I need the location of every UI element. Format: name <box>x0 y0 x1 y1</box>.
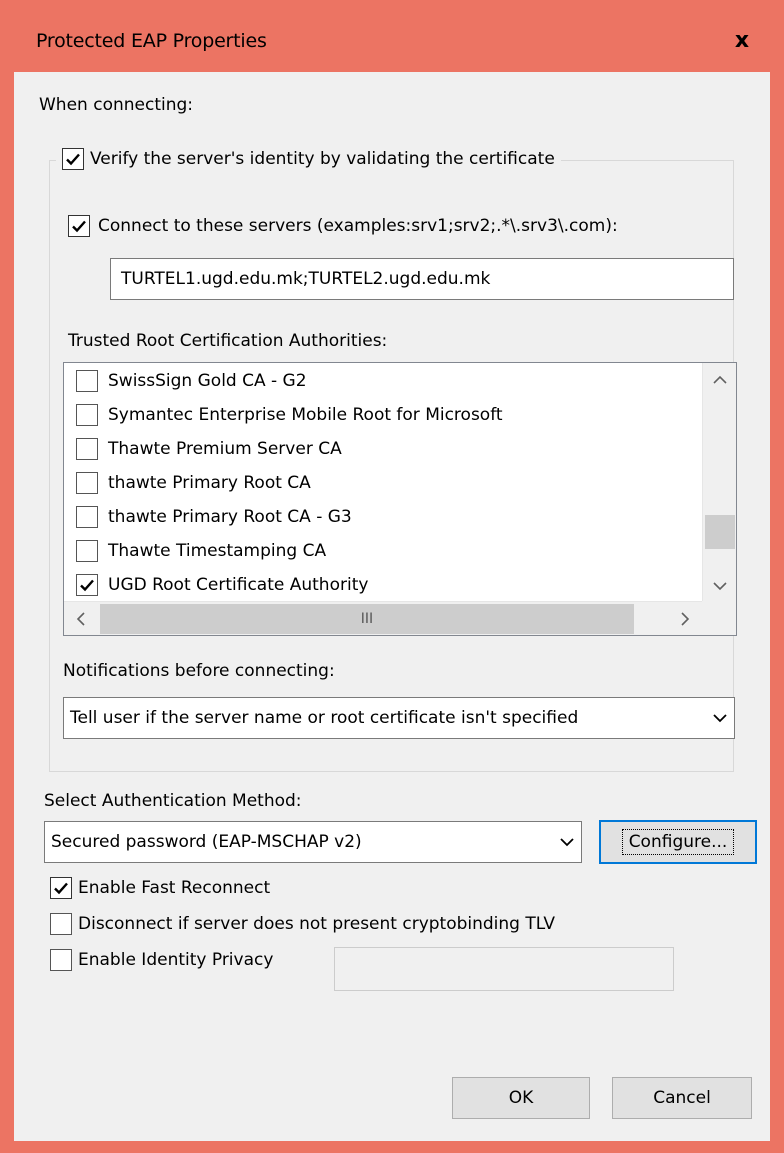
list-item[interactable]: thawte Primary Root CA - G3 <box>76 500 352 534</box>
list-item[interactable]: SwissSign Gold CA - G2 <box>76 364 307 398</box>
scroll-right-button[interactable] <box>668 602 702 636</box>
chevron-up-icon <box>713 375 727 384</box>
cancel-button-label: Cancel <box>653 1088 711 1108</box>
window-title: Protected EAP Properties <box>36 30 267 52</box>
checkmark-icon <box>80 579 94 592</box>
scrollbar-corner <box>702 601 736 635</box>
verify-server-checkbox[interactable] <box>62 148 84 170</box>
list-item-label: Symantec Enterprise Mobile Root for Micr… <box>108 405 503 425</box>
list-item-checkbox[interactable] <box>76 404 98 426</box>
chevron-down-icon <box>713 714 727 723</box>
list-item[interactable]: thawte Primary Root CA <box>76 466 311 500</box>
ok-button-label: OK <box>508 1088 534 1108</box>
list-item-checkbox[interactable] <box>76 540 98 562</box>
list-item[interactable]: Symantec Enterprise Mobile Root for Micr… <box>76 398 503 432</box>
list-item-checkbox[interactable] <box>76 574 98 596</box>
connect-servers-checkbox[interactable] <box>68 215 90 237</box>
list-horizontal-scrollbar[interactable]: III <box>64 601 704 635</box>
checkmark-icon <box>66 153 80 166</box>
chevron-right-icon <box>681 612 690 626</box>
close-icon: x <box>734 27 750 53</box>
verify-server-checkbox-row[interactable]: Verify the server's identity by validati… <box>56 144 561 174</box>
fast-reconnect-checkbox[interactable] <box>50 877 72 899</box>
configure-button[interactable]: Configure... <box>599 820 757 864</box>
vertical-scroll-thumb[interactable] <box>705 515 735 549</box>
list-item-checkbox[interactable] <box>76 370 98 392</box>
trusted-root-label: Trusted Root Certification Authorities: <box>68 331 388 351</box>
list-item-label: UGD Root Certificate Authority <box>108 575 369 595</box>
ok-button[interactable]: OK <box>452 1077 590 1119</box>
list-item-checkbox[interactable] <box>76 506 98 528</box>
cancel-button[interactable]: Cancel <box>612 1077 752 1119</box>
list-item-checkbox[interactable] <box>76 472 98 494</box>
list-item-checkbox[interactable] <box>76 438 98 460</box>
list-item-label: Thawte Timestamping CA <box>108 541 327 561</box>
notifications-selected: Tell user if the server name or root cer… <box>70 708 579 728</box>
list-vertical-scrollbar[interactable] <box>702 363 736 603</box>
list-item-label: thawte Primary Root CA - G3 <box>108 507 352 527</box>
close-button[interactable]: x <box>712 14 772 66</box>
auth-method-dropdown[interactable]: Secured password (EAP-MSCHAP v2) <box>44 821 582 863</box>
auth-method-label: Select Authentication Method: <box>44 791 302 811</box>
configure-button-label: Configure... <box>621 829 735 855</box>
notifications-dropdown[interactable]: Tell user if the server name or root cer… <box>63 697 735 739</box>
cryptobinding-checkbox[interactable] <box>50 913 72 935</box>
scroll-down-button[interactable] <box>703 569 737 603</box>
scroll-grip-icon: III <box>360 611 374 627</box>
list-item-label: thawte Primary Root CA <box>108 473 311 493</box>
list-item[interactable]: Thawte Timestamping CA <box>76 534 326 568</box>
servers-input-value: TURTEL1.ugd.edu.mk;TURTEL2.ugd.edu.mk <box>121 269 491 289</box>
cryptobinding-row[interactable]: Disconnect if server does not present cr… <box>50 910 555 938</box>
cryptobinding-label: Disconnect if server does not present cr… <box>78 914 555 934</box>
when-connecting-label: When connecting: <box>39 95 194 115</box>
auth-method-selected: Secured password (EAP-MSCHAP v2) <box>51 832 362 852</box>
trusted-root-list[interactable]: SwissSign Gold CA - G2 Symantec Enterpri… <box>63 362 737 636</box>
horizontal-scroll-thumb[interactable]: III <box>100 604 634 634</box>
identity-privacy-row[interactable]: Enable Identity Privacy <box>50 946 273 974</box>
chevron-left-icon <box>76 612 85 626</box>
list-item-label: SwissSign Gold CA - G2 <box>108 371 307 391</box>
identity-privacy-label: Enable Identity Privacy <box>78 950 274 970</box>
identity-privacy-input <box>334 947 674 991</box>
connect-servers-label: Connect to these servers (examples:srv1;… <box>98 216 618 236</box>
list-item[interactable]: Thawte Premium Server CA <box>76 432 342 466</box>
servers-input[interactable]: TURTEL1.ugd.edu.mk;TURTEL2.ugd.edu.mk <box>110 258 734 300</box>
identity-privacy-checkbox[interactable] <box>50 949 72 971</box>
fast-reconnect-label: Enable Fast Reconnect <box>78 878 271 898</box>
connect-servers-checkbox-row[interactable]: Connect to these servers (examples:srv1;… <box>68 212 618 240</box>
notifications-label: Notifications before connecting: <box>63 661 335 681</box>
fast-reconnect-row[interactable]: Enable Fast Reconnect <box>50 874 270 902</box>
verify-server-label: Verify the server's identity by validati… <box>90 149 555 169</box>
scroll-left-button[interactable] <box>64 602 98 636</box>
chevron-down-icon <box>560 838 574 847</box>
checkmark-icon <box>72 220 86 233</box>
list-item[interactable]: UGD Root Certificate Authority <box>76 568 368 602</box>
list-item-label: Thawte Premium Server CA <box>108 439 342 459</box>
scroll-up-button[interactable] <box>703 363 737 397</box>
chevron-down-icon <box>713 582 727 591</box>
checkmark-icon <box>54 882 68 895</box>
